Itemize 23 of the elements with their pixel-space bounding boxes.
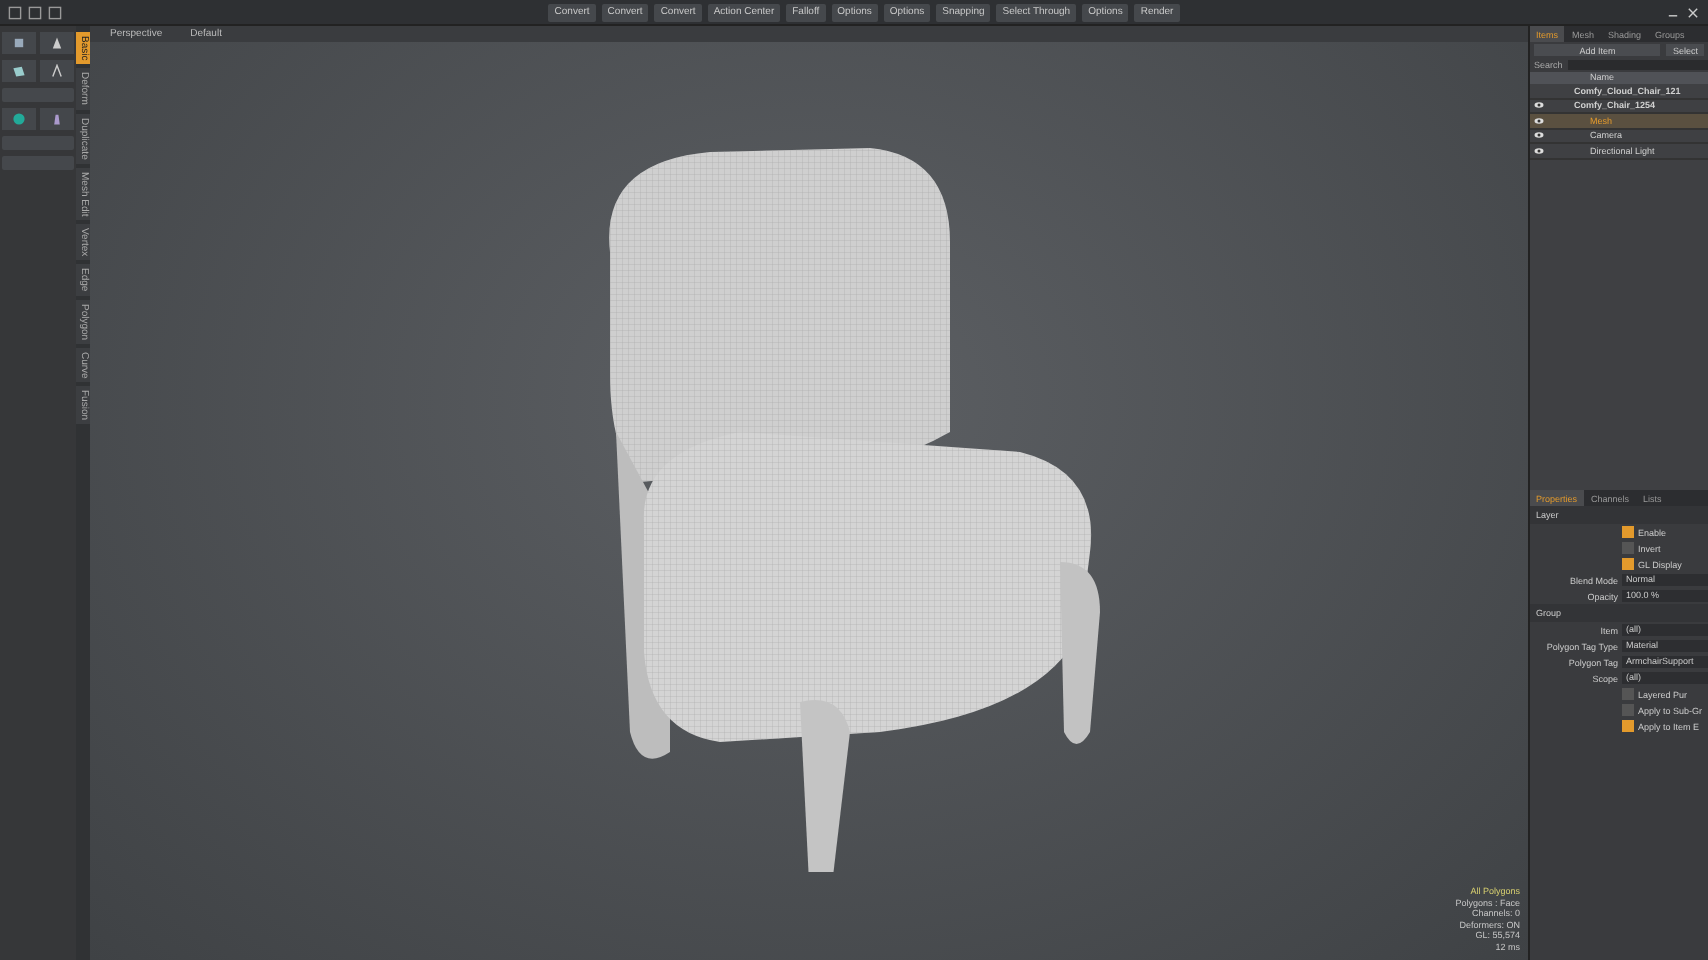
cube-tool-button[interactable] — [2, 32, 36, 54]
eye-icon[interactable] — [1533, 145, 1543, 156]
checkbox[interactable] — [1622, 558, 1634, 570]
circle-icon — [12, 112, 26, 126]
plane-tool-button[interactable] — [2, 60, 36, 82]
gem-tool-button[interactable] — [2, 108, 36, 130]
cube-icon — [12, 36, 26, 50]
text-tool-button[interactable] — [40, 60, 74, 82]
cone-tool-button[interactable] — [40, 32, 74, 54]
cone-icon — [50, 36, 64, 50]
bell-tool-button[interactable] — [40, 108, 74, 130]
checkbox[interactable] — [1622, 542, 1634, 554]
bell-icon — [50, 112, 64, 126]
eye-icon[interactable] — [1533, 100, 1543, 111]
eye-icon[interactable] — [1533, 115, 1543, 126]
checkbox[interactable] — [1622, 526, 1634, 538]
plane-icon — [12, 64, 26, 78]
letter-icon — [50, 64, 64, 78]
checkbox[interactable] — [1622, 704, 1634, 716]
checkbox[interactable] — [1622, 688, 1634, 700]
close-icon[interactable] — [1686, 5, 1701, 19]
checkbox[interactable] — [1622, 720, 1634, 732]
eye-icon[interactable] — [1533, 130, 1543, 141]
